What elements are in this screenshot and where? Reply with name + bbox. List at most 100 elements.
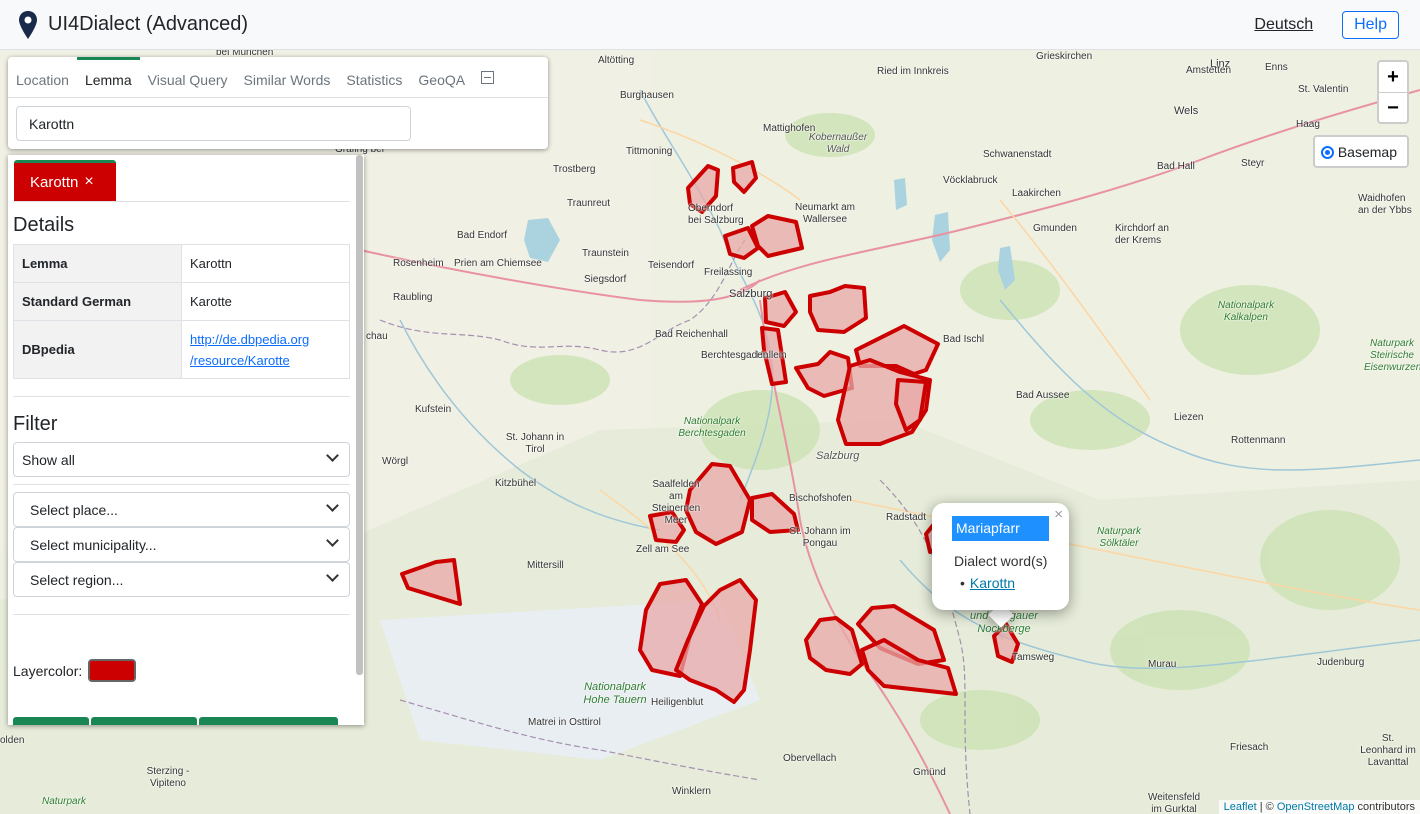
map-label: Teisendorf bbox=[648, 260, 695, 271]
filter-select[interactable]: Show all bbox=[13, 442, 350, 477]
tab-visual-query[interactable]: Visual Query bbox=[140, 72, 236, 97]
bullet: • bbox=[960, 575, 965, 591]
map-label: Oberndorf bei Salzburg bbox=[688, 203, 744, 226]
action-button[interactable] bbox=[13, 717, 89, 725]
chevron-down-icon bbox=[326, 449, 339, 462]
map-label: Nationalpark Kalkalpen bbox=[1217, 300, 1275, 323]
dbpedia-link[interactable]: http://de.dbpedia.org/resource/Karotte bbox=[190, 332, 309, 368]
chevron-down-icon bbox=[326, 499, 339, 512]
map-label: Burghausen bbox=[620, 90, 674, 101]
municipality-select-value: Select municipality... bbox=[30, 536, 157, 553]
basemap-layer-control[interactable]: Basemap bbox=[1312, 135, 1409, 168]
popup-title: Mariapfarr bbox=[952, 516, 1049, 541]
zoom-in-button[interactable]: + bbox=[1379, 62, 1407, 92]
map-label: Naturpark Sölktäler bbox=[1097, 526, 1141, 549]
map-label: Nationalpark Hohe Tauern bbox=[583, 681, 647, 706]
attribution-separator: | © bbox=[1256, 801, 1277, 813]
filter-select-value: Show all bbox=[22, 451, 75, 468]
map-label: Laakirchen bbox=[1012, 188, 1061, 199]
map-label: Matrei in Osttirol bbox=[528, 717, 601, 728]
map-label: Heiligenblut bbox=[651, 697, 704, 708]
map-attribution: Leaflet | © OpenStreetMap contributors bbox=[1218, 800, 1420, 814]
map-label: Enns bbox=[1265, 62, 1288, 73]
help-button[interactable]: Help bbox=[1342, 11, 1399, 39]
map-label: Freilassing bbox=[704, 267, 753, 278]
query-tabs-panel: Location Lemma Visual Query Similar Word… bbox=[8, 57, 548, 149]
close-icon[interactable]: × bbox=[1054, 506, 1063, 523]
map-pin-icon bbox=[19, 10, 37, 39]
details-title: Details bbox=[13, 214, 75, 236]
divider bbox=[13, 614, 350, 615]
action-button[interactable] bbox=[91, 717, 197, 725]
close-icon[interactable]: × bbox=[84, 173, 93, 191]
map-label: Wels bbox=[1174, 105, 1199, 117]
region-select-value: Select region... bbox=[30, 571, 124, 588]
map-label: Kufstein bbox=[415, 404, 452, 415]
list-item: • Karottn bbox=[960, 575, 1015, 591]
map-label: Obervellach bbox=[783, 753, 837, 764]
brand[interactable]: UI4Dialect (Advanced) bbox=[18, 10, 248, 40]
tab-geoqa[interactable]: GeoQA bbox=[410, 72, 473, 97]
map-label: Traunreut bbox=[567, 198, 610, 209]
map-label: Sterzing - Vipiteno bbox=[146, 766, 190, 789]
map-label: Steyr bbox=[1241, 158, 1265, 169]
map-label: Traunstein bbox=[582, 248, 629, 259]
dbpedia-link-line2: /resource/Karotte bbox=[190, 352, 290, 368]
location-popup: × Mariapfarr Dialect word(s) • Karottn bbox=[932, 503, 1069, 610]
map-label: Liezen bbox=[1174, 412, 1204, 423]
place-select-value: Select place... bbox=[30, 501, 118, 518]
map-label: Gmünd bbox=[913, 767, 946, 778]
map-label: Bad Reichenhall bbox=[655, 329, 728, 340]
tab-similar-words[interactable]: Similar Words bbox=[236, 72, 339, 97]
chevron-down-icon bbox=[326, 534, 339, 547]
map-label: Raubling bbox=[393, 292, 433, 303]
map-label: St. Johann im Pongau bbox=[789, 526, 851, 549]
lemma-chip-label: Karottn bbox=[30, 173, 79, 191]
map-label: Berchtesgaden bbox=[701, 350, 769, 361]
map-label: St. Valentin bbox=[1298, 84, 1349, 95]
region-select[interactable]: Select region... bbox=[13, 562, 350, 597]
lemma-search-input[interactable] bbox=[16, 106, 411, 141]
language-link[interactable]: Deutsch bbox=[1254, 16, 1313, 34]
map-label: Trostberg bbox=[553, 164, 596, 175]
map-label: Weitensfeld im Gurktal bbox=[1147, 792, 1201, 814]
details-key: Lemma bbox=[13, 244, 182, 283]
map-label: Tamsweg bbox=[1012, 652, 1055, 663]
tab-statistics[interactable]: Statistics bbox=[338, 72, 410, 97]
details-table: Lemma Karottn Standard German Karotte DB… bbox=[13, 244, 350, 379]
map-label: Grieskirchen bbox=[1036, 51, 1093, 62]
map-label: Kitzbühel bbox=[495, 478, 537, 489]
map-label: Amstetten bbox=[1186, 65, 1232, 76]
table-row: Lemma Karottn bbox=[13, 244, 350, 283]
collapse-icon[interactable] bbox=[481, 71, 495, 84]
map-label: Waidhofen an der Ybbs bbox=[1358, 193, 1412, 216]
tab-lemma[interactable]: Lemma bbox=[76, 57, 140, 97]
layercolor-swatch[interactable] bbox=[88, 659, 137, 682]
map-label: Nationalpark Berchtesgaden bbox=[678, 416, 746, 439]
map-label: Prien am Chiemsee bbox=[454, 258, 542, 269]
sidebar-scrollbar[interactable] bbox=[356, 155, 363, 675]
leaflet-link[interactable]: Leaflet bbox=[1224, 801, 1257, 813]
map-label: Haag bbox=[1296, 119, 1320, 130]
map-label: Rosenheim bbox=[393, 258, 444, 269]
action-buttons bbox=[13, 717, 340, 725]
basemap-radio[interactable] bbox=[1320, 145, 1334, 159]
layercolor-row: Layercolor: bbox=[13, 659, 364, 682]
map-label: Bad Hall bbox=[1157, 161, 1195, 172]
map-label: Friesach bbox=[1230, 742, 1269, 753]
lemma-chip[interactable]: Karottn × bbox=[14, 160, 116, 201]
zoom-out-button[interactable]: − bbox=[1379, 92, 1407, 122]
map-label: Siegsdorf bbox=[584, 274, 627, 285]
action-button[interactable] bbox=[199, 717, 338, 725]
place-select[interactable]: Select place... bbox=[13, 492, 350, 527]
layercolor-label: Layercolor: bbox=[13, 662, 83, 679]
map-label: Bad Aussee bbox=[1016, 390, 1070, 401]
tab-bar: Location Lemma Visual Query Similar Word… bbox=[8, 57, 548, 98]
map-label: Salzburg bbox=[816, 450, 860, 462]
dialect-word-link[interactable]: Karottn bbox=[970, 575, 1015, 591]
municipality-select[interactable]: Select municipality... bbox=[13, 527, 350, 562]
dbpedia-cell: http://de.dbpedia.org/resource/Karotte bbox=[181, 320, 350, 379]
tab-location[interactable]: Location bbox=[8, 72, 77, 97]
osm-link[interactable]: OpenStreetMap bbox=[1277, 801, 1355, 813]
map-label: Murau bbox=[1148, 659, 1177, 670]
